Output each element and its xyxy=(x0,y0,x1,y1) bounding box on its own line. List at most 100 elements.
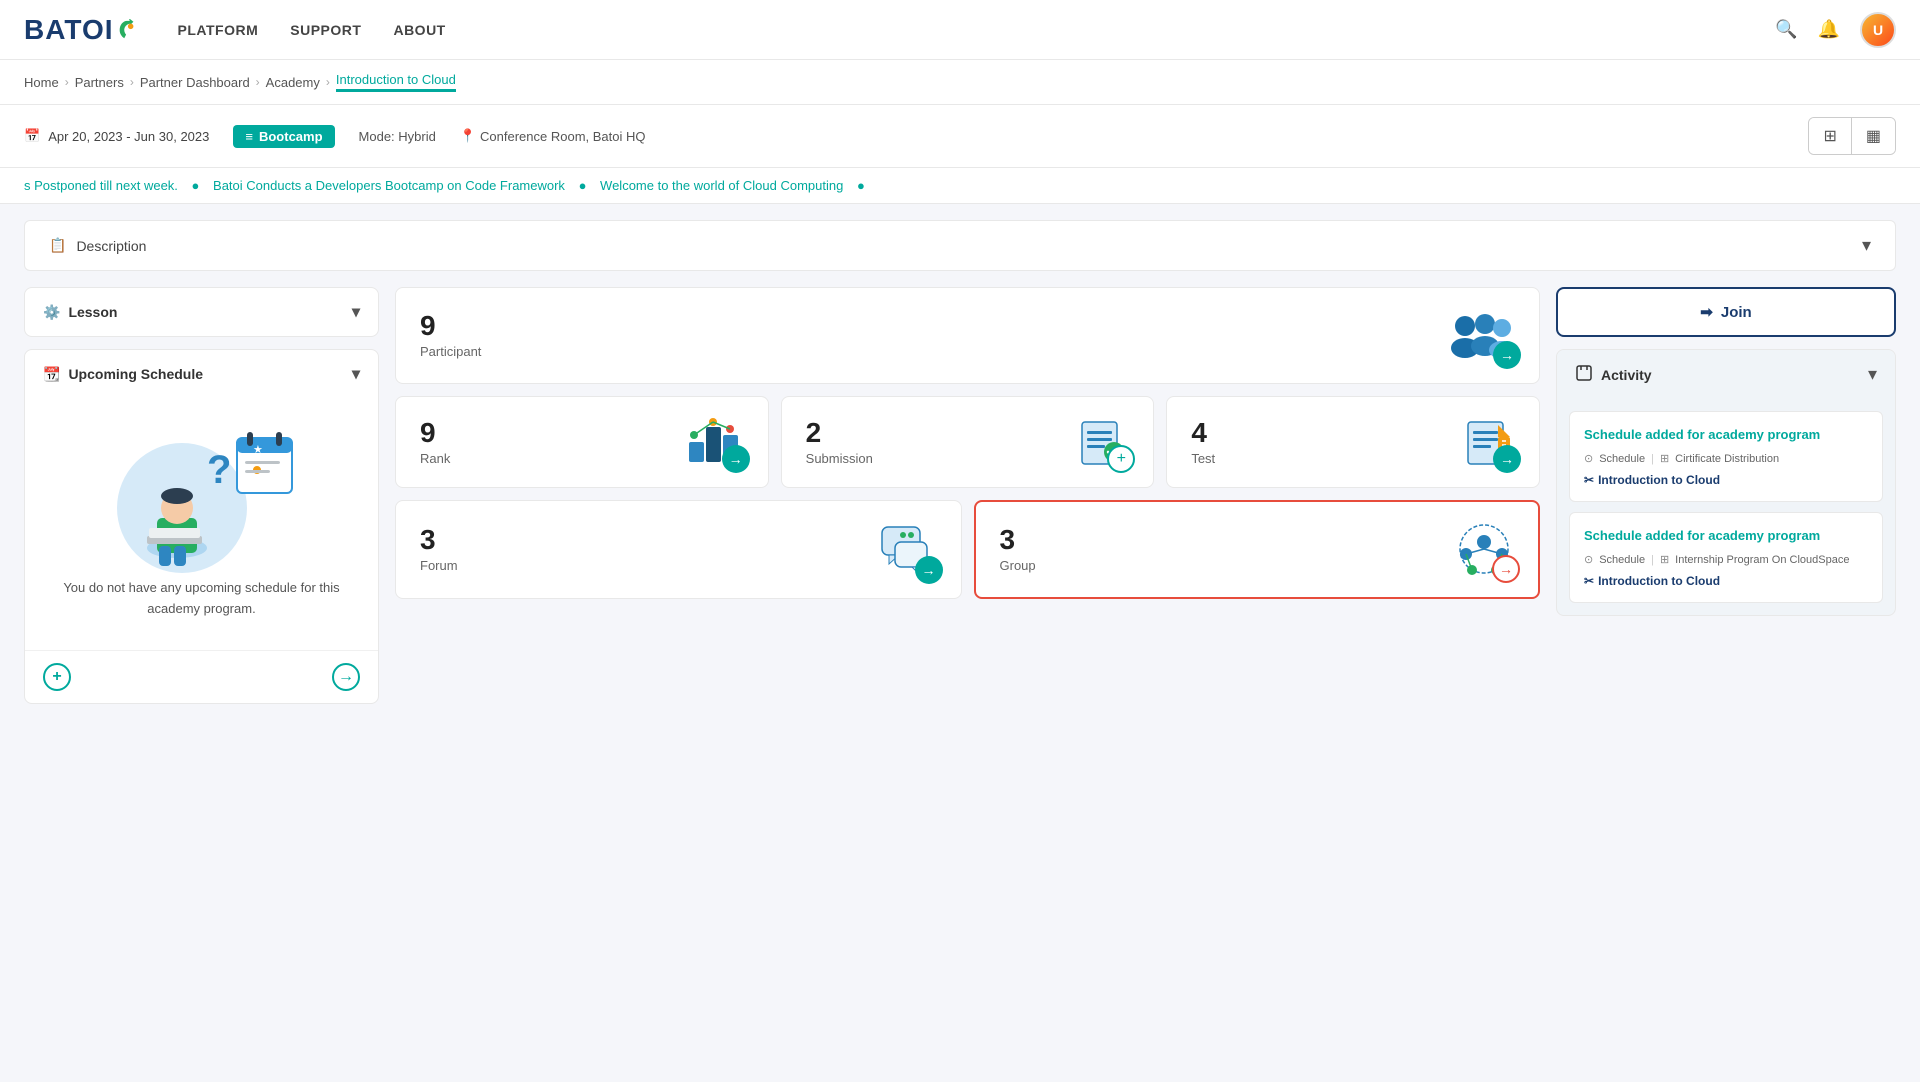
avatar[interactable]: U xyxy=(1860,12,1896,48)
schedule-arrow-btn[interactable]: → xyxy=(332,663,360,691)
group-arrow-btn[interactable]: → xyxy=(1492,555,1520,583)
calendar-schedule-icon: 📆 xyxy=(43,366,60,383)
activity-label: Activity xyxy=(1601,367,1652,383)
nav-about[interactable]: ABOUT xyxy=(393,2,445,58)
schedule-empty-text: You do not have any upcoming schedule fo… xyxy=(41,578,362,620)
nav-support[interactable]: SUPPORT xyxy=(290,2,361,58)
activity-link-icon-1: ✂ xyxy=(1584,473,1594,487)
bootcamp-icon: ≡ xyxy=(245,129,253,144)
join-label: Join xyxy=(1721,304,1752,321)
test-label: Test xyxy=(1191,451,1215,466)
participant-stats: 9 Participant xyxy=(420,312,481,359)
date-range: 📅 Apr 20, 2023 - Jun 30, 2023 xyxy=(24,128,209,144)
breadcrumb-home[interactable]: Home xyxy=(24,75,59,90)
logo[interactable]: BATOI xyxy=(24,14,138,46)
description-icon: 📋 xyxy=(49,237,66,254)
lesson-header-left: ⚙️ Lesson xyxy=(43,304,117,321)
view-toggle: ⊞ ▦ xyxy=(1808,117,1896,155)
view-list-btn[interactable]: ⊞ xyxy=(1809,118,1850,154)
activity-icon xyxy=(1575,364,1593,385)
submission-card: 2 Submission + xyxy=(781,396,1155,488)
notification-icon[interactable]: 🔔 xyxy=(1818,19,1840,40)
left-sidebar: ⚙️ Lesson ▾ 📆 Upcoming Schedule ▾ xyxy=(24,287,379,716)
rank-card: 9 Rank → xyxy=(395,396,769,488)
logo-leaf-icon xyxy=(116,19,138,41)
lesson-header[interactable]: ⚙️ Lesson ▾ xyxy=(25,288,378,336)
stats-row-2: 9 Rank → 2 Submission xyxy=(395,396,1540,488)
navbar-actions: 🔍 🔔 U xyxy=(1775,12,1896,48)
schedule-footer: + → xyxy=(25,650,378,703)
activity-card-2-meta: ⊙ Schedule | ⊞ Internship Program On Clo… xyxy=(1584,553,1868,566)
submission-plus-btn[interactable]: + xyxy=(1107,445,1135,473)
forum-arrow-btn[interactable]: → xyxy=(915,556,943,584)
activity-card-2-meta1: Schedule xyxy=(1599,554,1645,566)
schedule-add-btn[interactable]: + xyxy=(43,663,71,691)
view-grid-btn[interactable]: ▦ xyxy=(1851,118,1895,154)
breadcrumb-sep-2: › xyxy=(130,75,134,89)
activity-link-icon-2: ✂ xyxy=(1584,574,1594,588)
activity-card-2-link[interactable]: ✂ Introduction to Cloud xyxy=(1584,574,1868,588)
forum-stats: 3 Forum xyxy=(420,526,458,573)
lesson-label: Lesson xyxy=(68,304,117,320)
participant-label: Participant xyxy=(420,344,481,359)
submission-stats: 2 Submission xyxy=(806,419,873,466)
description-section[interactable]: 📋 Description ▾ xyxy=(24,220,1896,271)
breadcrumb: Home › Partners › Partner Dashboard › Ac… xyxy=(0,60,1920,105)
activity-chevron: ▾ xyxy=(1868,364,1877,385)
activity-card-1-meta: ⊙ Schedule | ⊞ Cirtificate Distribution xyxy=(1584,452,1868,465)
location-icon: 📍 xyxy=(460,128,476,144)
logo-text: BATOI xyxy=(24,14,114,46)
ticker-item-3: Welcome to the world of Cloud Computing xyxy=(600,178,843,193)
participant-arrow-btn[interactable]: → xyxy=(1493,341,1521,369)
activity-card-2-title: Schedule added for academy program xyxy=(1584,527,1868,545)
bootcamp-label: Bootcamp xyxy=(259,129,323,144)
lesson-icon: ⚙️ xyxy=(43,304,60,321)
activity-grid-icon-2: ⊞ xyxy=(1660,553,1669,566)
bootcamp-badge: ≡ Bootcamp xyxy=(233,125,334,148)
test-card: 4 Test → xyxy=(1166,396,1540,488)
activity-card-2-meta2: Internship Program On CloudSpace xyxy=(1675,554,1849,566)
breadcrumb-partners[interactable]: Partners xyxy=(75,75,124,90)
rank-stats: 9 Rank xyxy=(420,419,450,466)
schedule-empty-state: ? ★ You do not have any upcoming schedul… xyxy=(25,398,378,650)
description-label: Description xyxy=(76,238,146,254)
lesson-chevron: ▾ xyxy=(352,302,360,322)
activity-header[interactable]: Activity ▾ xyxy=(1557,350,1895,399)
activity-card-1-meta1: Schedule xyxy=(1599,453,1645,465)
activity-card-1-link[interactable]: ✂ Introduction to Cloud xyxy=(1584,473,1868,487)
breadcrumb-sep-1: › xyxy=(65,75,69,89)
location: 📍 Conference Room, Batoi HQ xyxy=(460,128,646,144)
ticker: s Postponed till next week. ● Batoi Cond… xyxy=(0,168,1920,204)
test-arrow-btn[interactable]: → xyxy=(1493,445,1521,473)
rank-number: 9 xyxy=(420,419,450,447)
center-content: 9 Participant → 9 Rank xyxy=(395,287,1540,716)
ticker-item-1: s Postponed till next week. xyxy=(24,178,178,193)
test-stats: 4 Test xyxy=(1191,419,1215,466)
lesson-section: ⚙️ Lesson ▾ xyxy=(24,287,379,337)
nav-platform[interactable]: PLATFORM xyxy=(178,2,259,58)
join-button[interactable]: ➡ Join xyxy=(1556,287,1896,337)
svg-text:★: ★ xyxy=(253,444,263,456)
navbar-nav: PLATFORM SUPPORT ABOUT xyxy=(178,2,1776,58)
forum-card: 3 Forum → xyxy=(395,500,962,599)
svg-text:?: ? xyxy=(207,448,231,492)
breadcrumb-partner-dashboard[interactable]: Partner Dashboard xyxy=(140,75,250,90)
date-bar: 📅 Apr 20, 2023 - Jun 30, 2023 ≡ Bootcamp… xyxy=(0,105,1920,168)
activity-grid-icon-1: ⊞ xyxy=(1660,452,1669,465)
main-layout: ⚙️ Lesson ▾ 📆 Upcoming Schedule ▾ xyxy=(0,279,1920,740)
breadcrumb-current: Introduction to Cloud xyxy=(336,72,456,92)
breadcrumb-sep-3: › xyxy=(256,75,260,89)
forum-label: Forum xyxy=(420,558,458,573)
description-label-group: 📋 Description xyxy=(49,237,146,254)
test-number: 4 xyxy=(1191,419,1215,447)
group-number: 3 xyxy=(1000,526,1036,554)
activity-radio-icon-2: ⊙ xyxy=(1584,553,1593,566)
upcoming-header-left: 📆 Upcoming Schedule xyxy=(43,366,203,383)
upcoming-schedule-header[interactable]: 📆 Upcoming Schedule ▾ xyxy=(25,350,378,398)
search-icon[interactable]: 🔍 xyxy=(1775,19,1797,40)
breadcrumb-academy[interactable]: Academy xyxy=(266,75,320,90)
right-panel: ➡ Join Activity ▾ xyxy=(1556,287,1896,716)
rank-arrow-btn[interactable]: → xyxy=(722,445,750,473)
breadcrumb-intro-cloud[interactable]: Introduction to Cloud xyxy=(336,72,456,91)
activity-section: Activity ▾ Schedule added for academy pr… xyxy=(1556,349,1896,616)
